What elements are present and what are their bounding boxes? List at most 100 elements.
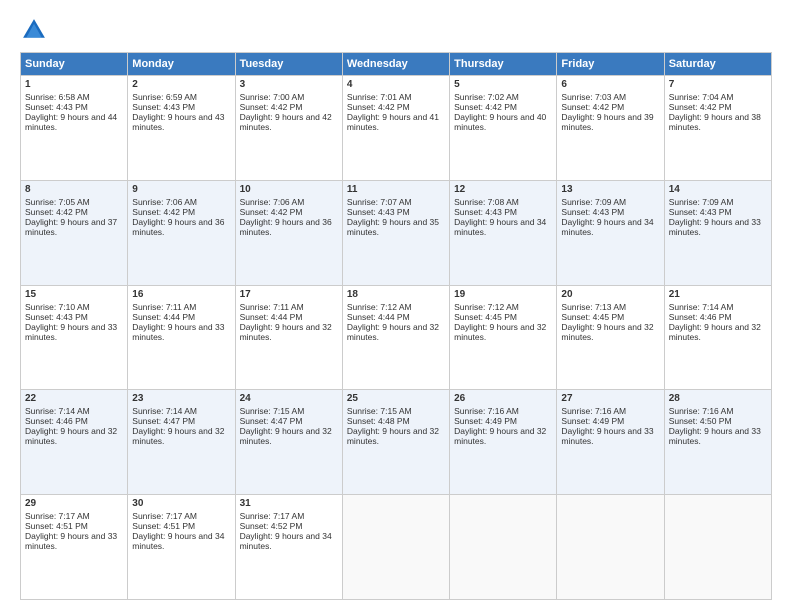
sunrise-label: Sunrise: 7:15 AM	[240, 406, 305, 416]
sunset-label: Sunset: 4:43 PM	[25, 102, 88, 112]
calendar-cell	[557, 495, 664, 600]
day-number: 27	[561, 393, 659, 404]
day-number: 21	[669, 289, 767, 300]
day-number: 7	[669, 79, 767, 90]
daylight-label: Daylight: 9 hours and 32 minutes.	[25, 426, 117, 446]
calendar-cell: 7Sunrise: 7:04 AMSunset: 4:42 PMDaylight…	[664, 76, 771, 181]
daylight-label: Daylight: 9 hours and 34 minutes.	[240, 531, 332, 551]
daylight-label: Daylight: 9 hours and 36 minutes.	[240, 217, 332, 237]
sunset-label: Sunset: 4:48 PM	[347, 416, 410, 426]
daylight-label: Daylight: 9 hours and 33 minutes.	[669, 217, 761, 237]
calendar-cell: 3Sunrise: 7:00 AMSunset: 4:42 PMDaylight…	[235, 76, 342, 181]
sunrise-label: Sunrise: 7:11 AM	[132, 302, 196, 312]
sunset-label: Sunset: 4:44 PM	[240, 312, 303, 322]
daylight-label: Daylight: 9 hours and 44 minutes.	[25, 112, 117, 132]
sunrise-label: Sunrise: 7:12 AM	[454, 302, 519, 312]
calendar-cell	[664, 495, 771, 600]
calendar-header-tuesday: Tuesday	[235, 53, 342, 76]
daylight-label: Daylight: 9 hours and 33 minutes.	[25, 322, 117, 342]
calendar-cell: 10Sunrise: 7:06 AMSunset: 4:42 PMDayligh…	[235, 180, 342, 285]
calendar-cell: 11Sunrise: 7:07 AMSunset: 4:43 PMDayligh…	[342, 180, 449, 285]
sunrise-label: Sunrise: 7:03 AM	[561, 92, 626, 102]
sunset-label: Sunset: 4:47 PM	[132, 416, 195, 426]
calendar-cell: 15Sunrise: 7:10 AMSunset: 4:43 PMDayligh…	[21, 285, 128, 390]
daylight-label: Daylight: 9 hours and 32 minutes.	[454, 426, 546, 446]
calendar-cell: 22 Sunrise: 7:14 AMSunset: 4:46 PMDayligh…	[21, 390, 128, 495]
day-number: 19	[454, 289, 552, 300]
day-number: 29	[25, 498, 123, 509]
calendar-cell: 29Sunrise: 7:17 AMSunset: 4:51 PMDayligh…	[21, 495, 128, 600]
calendar-header-wednesday: Wednesday	[342, 53, 449, 76]
sunset-label: Sunset: 4:49 PM	[454, 416, 517, 426]
calendar-cell: 1Sunrise: 6:58 AMSunset: 4:43 PMDaylight…	[21, 76, 128, 181]
daylight-label: Daylight: 9 hours and 33 minutes.	[669, 426, 761, 446]
day-number: 11	[347, 184, 445, 195]
sunset-label: Sunset: 4:43 PM	[132, 102, 195, 112]
day-number: 14	[669, 184, 767, 195]
sunset-label: Sunset: 4:52 PM	[240, 521, 303, 531]
sunrise-label: Sunrise: 7:06 AM	[132, 197, 197, 207]
calendar-header-friday: Friday	[557, 53, 664, 76]
calendar-week-2: 15Sunrise: 7:10 AMSunset: 4:43 PMDayligh…	[21, 285, 772, 390]
calendar-cell: 18Sunrise: 7:12 AMSunset: 4:44 PMDayligh…	[342, 285, 449, 390]
daylight-label: Daylight: 9 hours and 32 minutes.	[240, 322, 332, 342]
calendar-cell	[450, 495, 557, 600]
calendar-header-sunday: Sunday	[21, 53, 128, 76]
sunrise-label: Sunrise: 7:09 AM	[561, 197, 626, 207]
sunset-label: Sunset: 4:45 PM	[454, 312, 517, 322]
sunset-label: Sunset: 4:47 PM	[240, 416, 303, 426]
day-number: 13	[561, 184, 659, 195]
sunrise-label: Sunrise: 7:13 AM	[561, 302, 626, 312]
sunrise-label: Sunrise: 7:12 AM	[347, 302, 412, 312]
sunset-label: Sunset: 4:44 PM	[347, 312, 410, 322]
logo-icon	[20, 16, 48, 44]
daylight-label: Daylight: 9 hours and 33 minutes.	[561, 426, 653, 446]
daylight-label: Daylight: 9 hours and 33 minutes.	[25, 531, 117, 551]
daylight-label: Daylight: 9 hours and 32 minutes.	[240, 426, 332, 446]
daylight-label: Daylight: 9 hours and 32 minutes.	[347, 322, 439, 342]
calendar-cell: 28Sunrise: 7:16 AMSunset: 4:50 PMDayligh…	[664, 390, 771, 495]
sunrise-label: Sunrise: 7:15 AM	[347, 406, 412, 416]
sunrise-label: Sunrise: 7:09 AM	[669, 197, 734, 207]
sunset-label: Sunset: 4:51 PM	[132, 521, 195, 531]
sunset-label: Sunset: 4:49 PM	[561, 416, 624, 426]
day-number: 26	[454, 393, 552, 404]
sunrise-label: Sunrise: 7:14 AM	[132, 406, 197, 416]
day-number: 23	[132, 393, 230, 404]
sunrise-label: Sunrise: 7:08 AM	[454, 197, 519, 207]
daylight-label: Daylight: 9 hours and 42 minutes.	[240, 112, 332, 132]
header	[20, 16, 772, 44]
day-number: 22	[25, 393, 123, 404]
daylight-label: Daylight: 9 hours and 32 minutes.	[669, 322, 761, 342]
sunset-label: Sunset: 4:43 PM	[561, 207, 624, 217]
sunset-label: Sunset: 4:43 PM	[347, 207, 410, 217]
day-number: 9	[132, 184, 230, 195]
sunrise-label: Sunrise: 7:06 AM	[240, 197, 305, 207]
page: SundayMondayTuesdayWednesdayThursdayFrid…	[0, 0, 792, 612]
daylight-label: Daylight: 9 hours and 40 minutes.	[454, 112, 546, 132]
day-number: 24	[240, 393, 338, 404]
day-number: 17	[240, 289, 338, 300]
daylight-label: Daylight: 9 hours and 37 minutes.	[25, 217, 117, 237]
calendar-cell: 13Sunrise: 7:09 AMSunset: 4:43 PMDayligh…	[557, 180, 664, 285]
calendar-cell: 21Sunrise: 7:14 AMSunset: 4:46 PMDayligh…	[664, 285, 771, 390]
daylight-label: Daylight: 9 hours and 32 minutes.	[561, 322, 653, 342]
sunset-label: Sunset: 4:43 PM	[454, 207, 517, 217]
sunrise-label: Sunrise: 7:17 AM	[240, 511, 305, 521]
calendar-cell: 4Sunrise: 7:01 AMSunset: 4:42 PMDaylight…	[342, 76, 449, 181]
calendar-cell: 6Sunrise: 7:03 AMSunset: 4:42 PMDaylight…	[557, 76, 664, 181]
calendar-cell: 8Sunrise: 7:05 AMSunset: 4:42 PMDaylight…	[21, 180, 128, 285]
calendar-cell: 2Sunrise: 6:59 AMSunset: 4:43 PMDaylight…	[128, 76, 235, 181]
day-number: 25	[347, 393, 445, 404]
calendar-cell: 27Sunrise: 7:16 AMSunset: 4:49 PMDayligh…	[557, 390, 664, 495]
day-number: 20	[561, 289, 659, 300]
calendar-cell: 31Sunrise: 7:17 AMSunset: 4:52 PMDayligh…	[235, 495, 342, 600]
day-number: 16	[132, 289, 230, 300]
day-number: 6	[561, 79, 659, 90]
day-number: 30	[132, 498, 230, 509]
day-number: 4	[347, 79, 445, 90]
sunset-label: Sunset: 4:46 PM	[25, 416, 88, 426]
daylight-label: Daylight: 9 hours and 32 minutes.	[454, 322, 546, 342]
day-number: 28	[669, 393, 767, 404]
sunrise-label: Sunrise: 7:14 AM	[25, 406, 90, 416]
